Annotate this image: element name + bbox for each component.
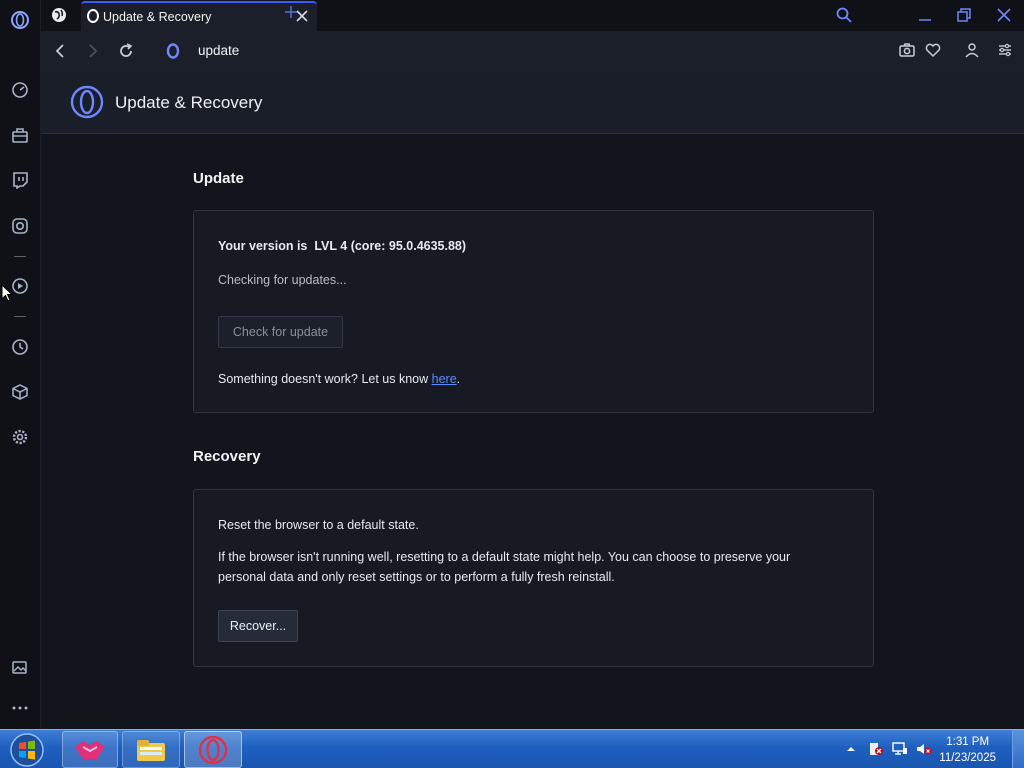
- recovery-line-1: Reset the browser to a default state.: [218, 518, 419, 532]
- update-section-title: Update: [193, 170, 244, 187]
- taskbar-app-gx-icon[interactable]: [62, 731, 118, 768]
- recovery-card: Reset the browser to a default state. If…: [193, 489, 874, 667]
- feedback-link[interactable]: here: [432, 372, 457, 386]
- feedback-text: Something doesn't work? Let us know: [218, 372, 429, 386]
- volume-muted-icon[interactable]: [916, 742, 932, 756]
- main-content: Update Your version is LVL 4 (core: 95.0…: [41, 134, 1024, 729]
- feedback-suffix: .: [456, 372, 461, 386]
- taskbar-clock[interactable]: 1:31 PM 11/23/2025: [939, 734, 996, 766]
- start-button[interactable]: [2, 731, 52, 768]
- opera-logo-icon[interactable]: [9, 9, 31, 31]
- settings-icon[interactable]: [9, 426, 31, 448]
- clock-time: 1:31 PM: [946, 736, 990, 748]
- instagram-icon[interactable]: [9, 215, 31, 237]
- search-tabs-icon[interactable]: [835, 6, 853, 24]
- more-icon[interactable]: [9, 697, 31, 719]
- mouse-cursor-icon: [1, 283, 14, 302]
- snapshot-icon[interactable]: [898, 41, 918, 61]
- clock-date: 11/23/2025: [939, 752, 996, 764]
- taskbar-opera-icon[interactable]: [184, 731, 242, 768]
- easy-setup-icon[interactable]: [996, 41, 1016, 61]
- bag-icon[interactable]: [9, 124, 31, 146]
- opera-address-icon: [166, 43, 180, 64]
- globe-icon[interactable]: [51, 7, 67, 23]
- minimize-icon[interactable]: [916, 6, 934, 24]
- new-tab-icon[interactable]: [284, 5, 300, 21]
- history-icon[interactable]: [9, 336, 31, 358]
- recovery-section-title: Recovery: [193, 448, 261, 465]
- heart-icon[interactable]: [924, 41, 944, 61]
- page-title: Update & Recovery: [115, 93, 263, 112]
- tab-title: Update & Recovery: [103, 10, 212, 24]
- recover-button[interactable]: Recover...: [218, 610, 298, 642]
- update-status: Checking for updates...: [218, 273, 347, 287]
- network-icon[interactable]: [892, 742, 908, 756]
- taskbar-explorer-icon[interactable]: [122, 731, 180, 768]
- address-bar-row: update: [41, 31, 1024, 71]
- update-card: Your version is LVL 4 (core: 95.0.4635.8…: [193, 210, 874, 413]
- forward-icon[interactable]: [83, 41, 103, 61]
- speed-dial-icon[interactable]: [9, 79, 31, 101]
- recovery-line-3: personal data and only reset settings or…: [218, 570, 615, 584]
- reload-icon[interactable]: [116, 41, 136, 61]
- recovery-line-2: If the browser isn't running well, reset…: [218, 550, 791, 564]
- opera-tab-icon: [87, 9, 99, 28]
- address-input[interactable]: update: [198, 43, 239, 58]
- gallery-icon[interactable]: [9, 656, 31, 678]
- version-value: LVL 4 (core: 95.0.4635.88): [314, 239, 467, 253]
- page-header: Update & Recovery: [41, 71, 1024, 134]
- back-icon[interactable]: [50, 41, 70, 61]
- check-for-update-button[interactable]: Check for update: [218, 316, 343, 348]
- version-prefix: Your version is: [218, 239, 308, 253]
- restore-icon[interactable]: [955, 6, 973, 24]
- version-line: Your version is LVL 4 (core: 95.0.4635.8…: [218, 239, 466, 253]
- feedback-line: Something doesn't work? Let us know here…: [218, 372, 460, 386]
- tray-expand-icon[interactable]: [846, 742, 862, 756]
- sidebar-separator: [14, 316, 26, 317]
- sidebar: [0, 0, 41, 729]
- tab-update-recovery[interactable]: Update & Recovery: [81, 1, 317, 31]
- account-icon[interactable]: [963, 41, 983, 61]
- screen: Update & Recovery update Update & Recove…: [0, 0, 1024, 768]
- twitch-icon[interactable]: [9, 169, 31, 191]
- action-center-icon[interactable]: [868, 742, 884, 756]
- show-desktop-button[interactable]: [1012, 730, 1024, 768]
- extensions-icon[interactable]: [9, 381, 31, 403]
- tab-strip: Update & Recovery: [41, 0, 1024, 31]
- sidebar-separator: [14, 256, 26, 257]
- taskbar: 1:31 PM 11/23/2025: [0, 729, 1024, 768]
- opera-gx-logo-icon: [70, 85, 104, 124]
- close-window-icon[interactable]: [995, 6, 1013, 24]
